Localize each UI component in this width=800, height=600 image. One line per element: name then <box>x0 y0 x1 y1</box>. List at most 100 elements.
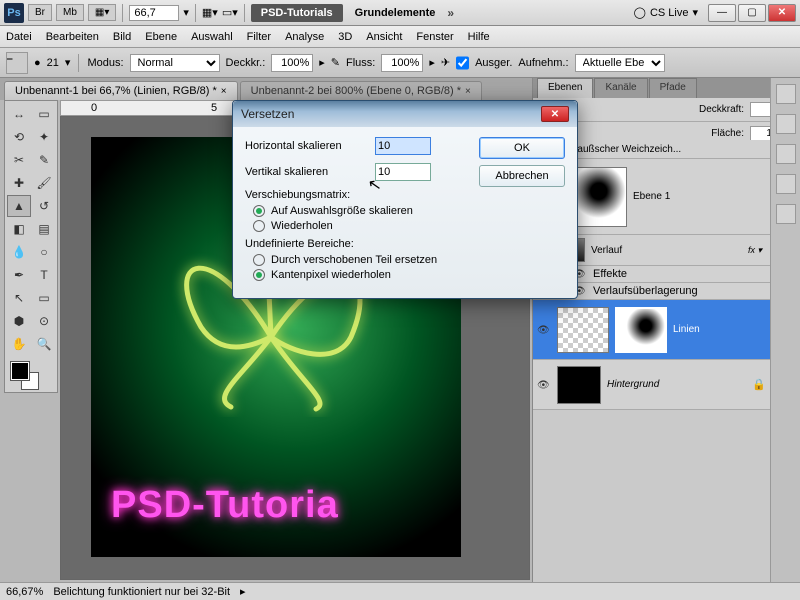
marquee-tool[interactable]: ▭ <box>32 103 56 125</box>
maximize-button[interactable]: ▢ <box>738 4 766 22</box>
radio-icon[interactable] <box>253 205 265 217</box>
tab-pfade[interactable]: Pfade <box>649 78 697 98</box>
document-tab-2[interactable]: Unbenannt-2 bei 800% (Ebene 0, RGB/8) *× <box>240 81 482 100</box>
bridge-button[interactable]: Br <box>28 4 52 21</box>
menu-ansicht[interactable]: Ansicht <box>366 31 402 43</box>
screen-mode-button[interactable]: ▭▾ <box>222 6 238 19</box>
radio-icon[interactable] <box>253 220 265 232</box>
status-zoom[interactable]: 66,67% <box>6 586 43 598</box>
tab-ebenen[interactable]: Ebenen <box>537 78 593 98</box>
zoom-input[interactable] <box>129 5 179 21</box>
heal-tool[interactable]: ✚ <box>7 172 31 194</box>
type-tool[interactable]: T <box>32 264 56 286</box>
pen-tool[interactable]: ✒ <box>7 264 31 286</box>
hand-tool[interactable]: ✋ <box>7 333 31 355</box>
ausger-checkbox[interactable] <box>456 54 469 72</box>
move-tool[interactable]: ↔ <box>7 103 31 125</box>
status-arrow-icon[interactable]: ▸ <box>240 585 246 598</box>
deckkraft-arrow-icon[interactable]: ▸ <box>319 56 325 69</box>
menu-analyse[interactable]: Analyse <box>285 31 324 43</box>
cancel-button[interactable]: Abbrechen <box>479 165 565 187</box>
visibility-icon[interactable] <box>537 324 551 336</box>
dodge-tool[interactable]: ○ <box>32 241 56 263</box>
menu-bild[interactable]: Bild <box>113 31 131 43</box>
layer-hintergrund[interactable]: Hintergrund 🔒 <box>533 360 770 410</box>
zoom-tool[interactable]: 🔍 <box>32 333 56 355</box>
modus-select[interactable]: Normal <box>130 54 220 72</box>
airbrush-icon[interactable]: ✈ <box>441 56 450 69</box>
minimize-button[interactable]: — <box>708 4 736 22</box>
radio-tile[interactable]: Wiederholen <box>253 220 565 232</box>
close-icon[interactable]: × <box>465 86 471 97</box>
fg-color-swatch[interactable] <box>11 362 29 380</box>
view-extras-button[interactable]: ▦▾ <box>202 6 218 19</box>
workspace-more-icon[interactable]: » <box>447 6 454 20</box>
hscale-input[interactable] <box>375 137 431 155</box>
brush-tool[interactable]: 🖌 <box>32 172 56 194</box>
fluss-arrow-icon[interactable]: ▸ <box>429 56 435 69</box>
cslive-label[interactable]: CS Live <box>650 7 689 19</box>
vscale-input[interactable] <box>375 163 431 181</box>
tab-kanaele[interactable]: Kanäle <box>594 78 647 98</box>
visibility-icon[interactable] <box>537 379 551 391</box>
zoom-dropdown-icon[interactable]: ▾ <box>183 6 189 19</box>
menu-filter[interactable]: Filter <box>247 31 271 43</box>
menu-bearbeiten[interactable]: Bearbeiten <box>46 31 99 43</box>
shape-tool[interactable]: ▭ <box>32 287 56 309</box>
gradient-tool[interactable]: ▤ <box>32 218 56 240</box>
close-button[interactable]: ✕ <box>768 4 796 22</box>
layer-mask-thumb[interactable] <box>615 307 667 353</box>
layer-thumb[interactable] <box>557 366 601 404</box>
radio-icon[interactable] <box>253 254 265 266</box>
color-panel-icon[interactable] <box>776 84 796 104</box>
workspace-secondary[interactable]: Grundelemente <box>347 4 444 22</box>
brush-dropdown-icon[interactable]: ▾ <box>65 56 71 69</box>
layer-linien[interactable]: Linien <box>533 300 770 360</box>
layout-button[interactable]: ▦▾ <box>88 4 116 21</box>
cslive-icon[interactable]: ◯ <box>634 6 646 19</box>
color-swatches[interactable] <box>7 360 56 390</box>
wand-tool[interactable]: ✦ <box>32 126 56 148</box>
current-tool-icon[interactable]: ⎯ <box>6 52 28 74</box>
fluss-input[interactable] <box>381 54 423 72</box>
vscale-label: Vertikal skalieren <box>245 166 375 178</box>
radio-icon[interactable] <box>253 269 265 281</box>
cslive-dropdown-icon[interactable]: ▾ <box>692 6 698 19</box>
lasso-tool[interactable]: ⟲ <box>7 126 31 148</box>
menu-datei[interactable]: Datei <box>6 31 32 43</box>
radio-stretch[interactable]: Auf Auswahlsgröße skalieren <box>253 205 565 217</box>
blur-tool[interactable]: 💧 <box>7 241 31 263</box>
menu-ebene[interactable]: Ebene <box>145 31 177 43</box>
close-icon[interactable]: × <box>221 86 227 97</box>
tablet-pressure-opacity-icon[interactable]: ✎ <box>331 56 340 69</box>
3d-camera-tool[interactable]: ⊙ <box>32 310 56 332</box>
stamp-tool[interactable]: ▲ <box>7 195 31 217</box>
eraser-tool[interactable]: ◧ <box>7 218 31 240</box>
layer-thumb[interactable] <box>557 307 609 353</box>
deckkraft-input[interactable] <box>271 54 313 72</box>
styles-panel-icon[interactable] <box>776 144 796 164</box>
brush-preset-icon[interactable]: ● <box>34 57 41 69</box>
masks-panel-icon[interactable] <box>776 204 796 224</box>
radio-repeat-edge[interactable]: Kantenpixel wiederholen <box>253 269 565 281</box>
crop-tool[interactable]: ✂ <box>7 149 31 171</box>
history-brush-tool[interactable]: ↺ <box>32 195 56 217</box>
ok-button[interactable]: OK <box>479 137 565 159</box>
menu-fenster[interactable]: Fenster <box>416 31 453 43</box>
menu-hilfe[interactable]: Hilfe <box>468 31 490 43</box>
swatches-panel-icon[interactable] <box>776 114 796 134</box>
eyedropper-tool[interactable]: ✎ <box>32 149 56 171</box>
menu-3d[interactable]: 3D <box>338 31 352 43</box>
radio-wrap[interactable]: Durch verschobenen Teil ersetzen <box>253 254 565 266</box>
adjustments-panel-icon[interactable] <box>776 174 796 194</box>
path-tool[interactable]: ↖ <box>7 287 31 309</box>
workspace-active[interactable]: PSD-Tutorials <box>251 4 343 22</box>
minibridge-button[interactable]: Mb <box>56 4 84 21</box>
menu-auswahl[interactable]: Auswahl <box>191 31 233 43</box>
dialog-titlebar[interactable]: Versetzen ✕ <box>233 101 577 127</box>
dialog-close-button[interactable]: ✕ <box>541 106 569 122</box>
fx-badge[interactable]: fx ▾ <box>744 245 766 256</box>
aufnehm-select[interactable]: Aktuelle Ebene <box>575 54 665 72</box>
3d-tool[interactable]: ⬢ <box>7 310 31 332</box>
document-tab-1[interactable]: Unbenannt-1 bei 66,7% (Linien, RGB/8) *× <box>4 81 238 100</box>
